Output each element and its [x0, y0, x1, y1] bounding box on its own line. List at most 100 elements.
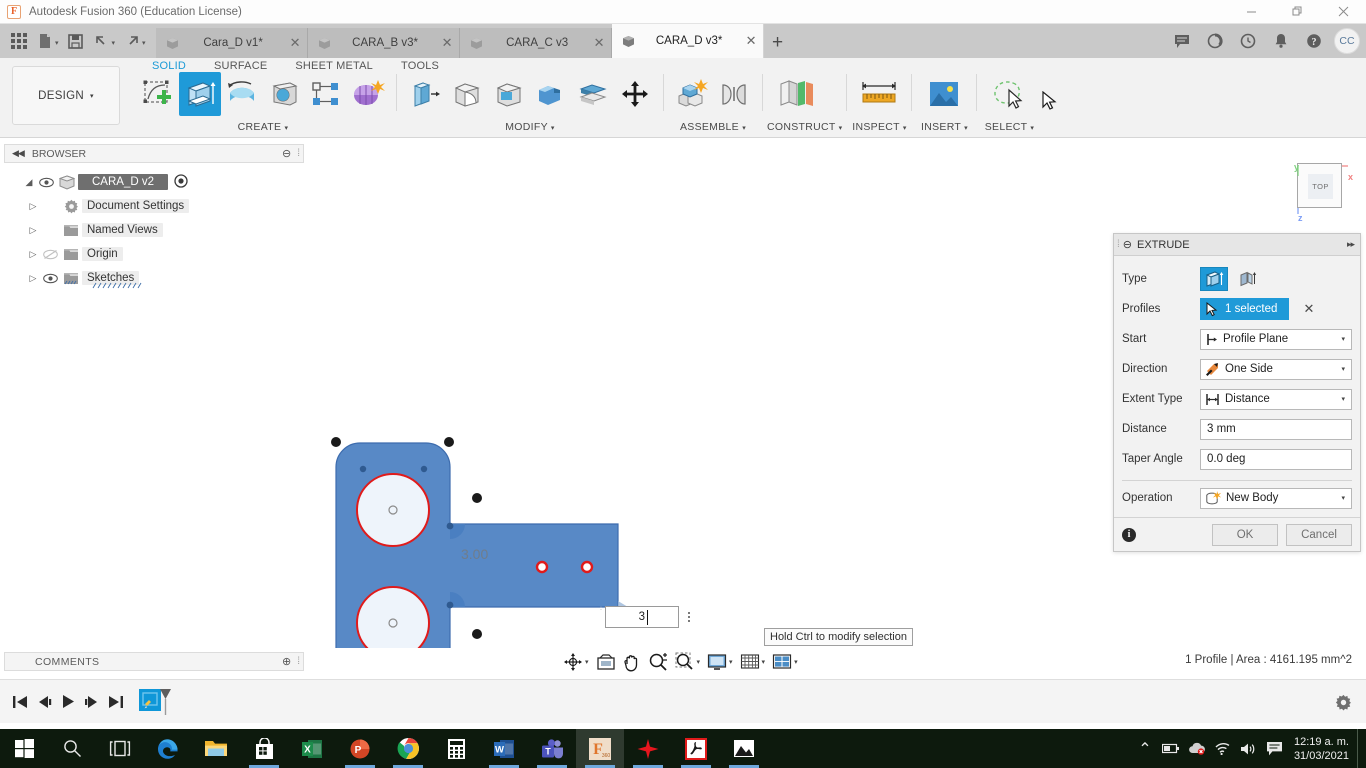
tree-node-origin[interactable]: ▷ Origin [4, 242, 304, 266]
env-tab-sheet-metal[interactable]: SHEET METAL [281, 60, 387, 72]
timeline-settings-button[interactable] [1335, 694, 1352, 716]
visibility-hidden-eye-icon[interactable] [40, 249, 60, 260]
timeline-go-to-end-button[interactable] [104, 687, 128, 717]
star-app-button[interactable] [624, 729, 672, 768]
action-center-icon[interactable] [1262, 741, 1288, 756]
zoom-button[interactable] [645, 649, 671, 675]
dialog-collapse-icon[interactable]: ⊖ [1123, 238, 1132, 251]
type-thin-button[interactable] [1234, 267, 1262, 291]
volume-icon[interactable] [1236, 742, 1262, 756]
expand-arrow-icon[interactable]: ▷ [26, 273, 40, 284]
extrude-button[interactable] [179, 72, 221, 116]
taper-angle-input[interactable]: 0.0 deg [1200, 448, 1352, 470]
excel-button[interactable]: X [288, 729, 336, 768]
acrobat-button[interactable] [672, 729, 720, 768]
search-button[interactable] [48, 729, 96, 768]
tree-node-root[interactable]: ◢ CARA_D v2 [4, 170, 304, 194]
pan-button[interactable] [620, 649, 644, 675]
chevron-down-icon[interactable]: ▾ [585, 658, 589, 666]
visibility-eye-icon[interactable] [40, 273, 60, 284]
zoom-window-button[interactable]: ▾ [672, 649, 704, 675]
cancel-button[interactable]: Cancel [1286, 523, 1352, 546]
activate-component-icon[interactable] [174, 173, 188, 191]
onedrive-error-icon[interactable] [1184, 742, 1210, 755]
ok-button[interactable]: OK [1212, 523, 1278, 546]
extrude-dialog[interactable]: ⁞ ⊖ EXTRUDE ▸▸ Type Profiles 1 selected … [1113, 233, 1361, 552]
expand-arrow-icon[interactable]: ▷ [26, 201, 40, 212]
browser-resize-grip[interactable]: ⁞ [297, 148, 300, 159]
tree-node-named-views[interactable]: ▷ Named Views [4, 218, 304, 242]
panel-assemble-label[interactable]: ASSEMBLE ▾ [668, 116, 758, 133]
timeline-go-to-beginning-button[interactable] [8, 687, 32, 717]
add-comment-icon[interactable]: ⊕ [282, 655, 291, 668]
orbit-button[interactable]: ▾ [560, 649, 592, 675]
profiles-selection-button[interactable]: 1 selected [1200, 298, 1290, 320]
tree-node-sketches[interactable]: ▷ Sketches [4, 266, 304, 290]
type-solid-button[interactable] [1200, 267, 1228, 291]
split-face-button[interactable] [572, 72, 614, 116]
document-tab-close-icon[interactable]: ✕ [746, 33, 757, 49]
extent-type-dropdown[interactable]: Distance ▾ [1200, 388, 1352, 410]
shell-button[interactable] [488, 72, 530, 116]
measure-button[interactable] [854, 72, 904, 116]
workspace-switcher[interactable]: DESIGN ▾ [12, 66, 120, 125]
sweep-button[interactable] [263, 72, 305, 116]
insert-canvas-button[interactable] [919, 72, 969, 116]
start-dropdown[interactable]: Profile Plane ▾ [1200, 328, 1352, 350]
new-tab-button[interactable]: + [764, 28, 792, 58]
teams-button[interactable]: T [528, 729, 576, 768]
dialog-drag-grip[interactable]: ⁞ [1117, 239, 1120, 250]
photos-button[interactable] [720, 729, 768, 768]
start-button[interactable] [0, 729, 48, 768]
file-explorer-button[interactable] [192, 729, 240, 768]
press-pull-button[interactable] [404, 72, 446, 116]
chevron-down-icon[interactable]: ▾ [697, 658, 701, 666]
chevron-down-icon[interactable]: ▾ [794, 658, 798, 666]
extrude-dialog-header[interactable]: ⁞ ⊖ EXTRUDE ▸▸ [1114, 234, 1360, 256]
new-file-caret-icon[interactable]: ▾ [55, 35, 59, 47]
offset-plane-button[interactable] [770, 72, 822, 116]
document-tab-close-icon[interactable]: ✕ [442, 35, 453, 51]
document-tab-1[interactable]: CARA_B v3* ✕ [307, 28, 460, 58]
expand-arrow-icon[interactable]: ▷ [26, 225, 40, 236]
minimize-button[interactable] [1228, 0, 1274, 24]
calculator-button[interactable] [432, 729, 480, 768]
task-view-button[interactable] [96, 729, 144, 768]
notifications-bell-icon[interactable] [1264, 24, 1297, 58]
timeline-step-forward-button[interactable] [80, 687, 104, 717]
microsoft-store-button[interactable] [240, 729, 288, 768]
chrome-button[interactable] [384, 729, 432, 768]
taskbar-clock[interactable]: 12:19 a. m. 31/03/2021 [1288, 735, 1357, 763]
create-sketch-button[interactable] [137, 72, 179, 116]
redo-caret-icon[interactable]: ▾ [142, 35, 146, 47]
pattern-button[interactable] [305, 72, 347, 116]
input-drag-grip[interactable]: ⋮⋮⋮ [598, 606, 605, 628]
panel-modify-label[interactable]: MODIFY ▾ [401, 116, 659, 133]
profiles-clear-icon[interactable]: ✕ [1303, 301, 1314, 317]
wifi-icon[interactable] [1210, 742, 1236, 755]
direction-dropdown[interactable]: One Side ▾ [1200, 358, 1352, 380]
env-tab-surface[interactable]: SURFACE [200, 60, 281, 72]
grid-snap-button[interactable]: ▾ [737, 649, 769, 675]
expand-arrow-icon[interactable]: ▷ [26, 249, 40, 260]
panel-construct-label[interactable]: CONSTRUCT ▾ [767, 116, 842, 133]
env-tab-solid[interactable]: SOLID [138, 60, 200, 72]
create-form-button[interactable] [347, 72, 389, 116]
operation-dropdown[interactable]: New Body ▾ [1200, 487, 1352, 509]
battery-icon[interactable] [1158, 743, 1184, 754]
revolve-button[interactable] [221, 72, 263, 116]
word-button[interactable]: W [480, 729, 528, 768]
input-options-menu-icon[interactable] [681, 606, 697, 628]
browser-collapse-icon[interactable]: ◀◀ [12, 148, 25, 159]
tray-chevron-icon[interactable]: ⌃ [1132, 739, 1158, 759]
combine-button[interactable] [530, 72, 572, 116]
new-component-button[interactable] [671, 72, 713, 116]
undo-caret-icon[interactable]: ▾ [112, 35, 116, 47]
user-avatar[interactable]: CC [1334, 28, 1360, 54]
panel-insert-label[interactable]: INSERT ▾ [916, 116, 972, 133]
maximize-button[interactable] [1274, 0, 1320, 24]
comments-icon[interactable] [1165, 24, 1198, 58]
timeline-sketch-feature[interactable] [138, 685, 172, 719]
inline-distance-input[interactable]: 3 [605, 606, 679, 628]
fillet-button[interactable] [446, 72, 488, 116]
